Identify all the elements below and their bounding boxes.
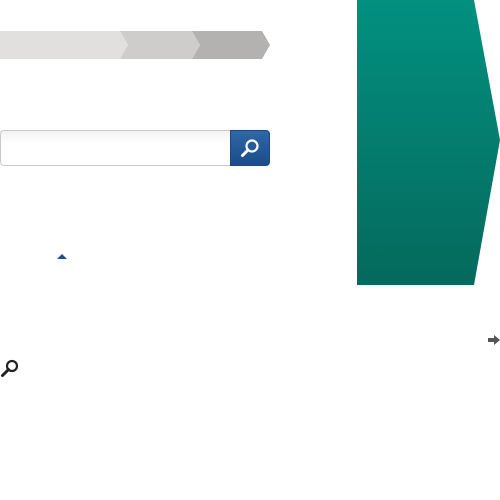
arrow-right-icon[interactable] — [488, 335, 500, 345]
breadcrumb-step-1[interactable] — [0, 31, 128, 59]
search-button[interactable] — [230, 130, 270, 166]
breadcrumb-step-2[interactable] — [120, 31, 200, 59]
search-icon — [241, 139, 259, 157]
magnifier-icon[interactable] — [0, 358, 20, 378]
page — [0, 0, 500, 500]
search-input[interactable] — [0, 130, 230, 166]
caret-up-icon[interactable] — [57, 254, 67, 259]
search-bar — [0, 130, 270, 166]
breadcrumb-step-3[interactable] — [192, 31, 270, 59]
breadcrumb — [0, 31, 270, 59]
teal-arrow-banner[interactable] — [357, 0, 500, 285]
